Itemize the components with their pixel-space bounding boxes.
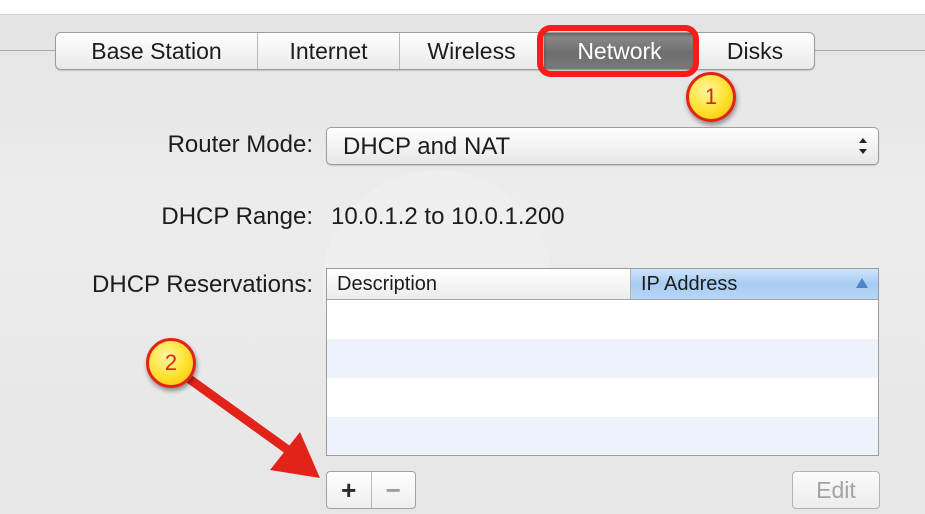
network-settings-pane: Base Station Internet Wireless Network D… bbox=[0, 0, 925, 514]
callout-badge-2: 2 bbox=[146, 338, 196, 388]
callout-arrow bbox=[183, 373, 320, 478]
